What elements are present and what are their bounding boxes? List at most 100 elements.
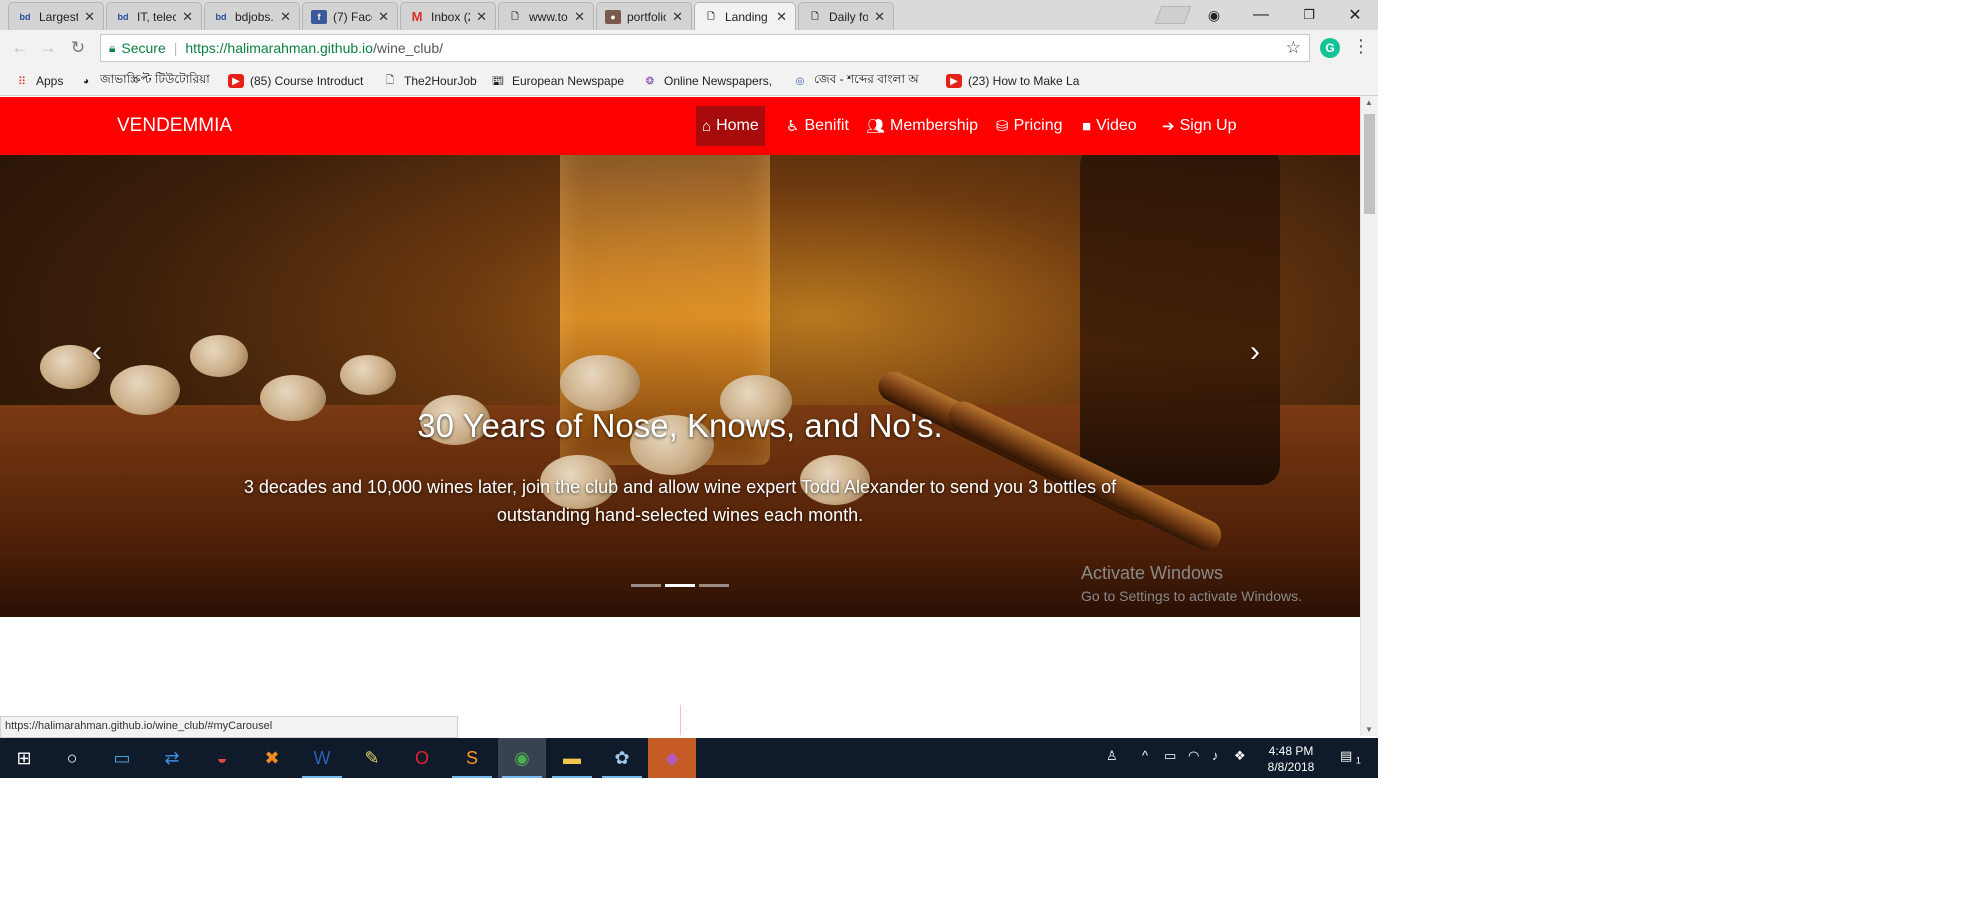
new-tab-button[interactable] [1154,6,1192,24]
tab-title: Inbox (210) [431,9,470,24]
dropbox-icon[interactable]: ❖ [1234,748,1246,764]
browser-tab[interactable]: 🗋 www.todayj ✕ [498,2,594,30]
bookmark-item[interactable]: ❂ Online Newspapers, I [642,72,774,90]
browser-tab[interactable]: bd bdjobs.com ✕ [204,2,300,30]
browser-tab[interactable]: bd Largest Job ✕ [8,2,104,30]
taskbar-clock[interactable]: 4:48 PM 8/8/2018 [1256,743,1326,775]
page-icon: 🗋 [511,10,519,21]
bdjobs-icon: bd [19,11,31,22]
browser-tab[interactable]: M Inbox (210) ✕ [400,2,496,30]
nav-membership[interactable]: 👥︎ Membership [860,106,984,146]
media-app-icon[interactable]: ◒ [198,738,246,778]
nav-sign-up[interactable]: ➔ Sign Up [1156,106,1243,146]
sublime-text-icon[interactable]: S [448,738,496,778]
back-arrow-icon[interactable]: ← [8,36,32,60]
volume-icon[interactable]: ♪ [1212,748,1219,763]
file-explorer-icon[interactable]: ▬ [548,738,596,778]
bookmark-label: জেব - শব্দের বাংলা অ [814,72,919,86]
desktop-screen: bd Largest Job ✕ bd IT, telecomm ✕ bd bd… [0,0,1378,778]
browser-tab[interactable]: f (7) Facebook ✕ [302,2,398,30]
carousel-indicator[interactable] [699,584,729,587]
bookmark-item[interactable]: ▶ (23) How to Make La [946,72,1086,90]
lock-icon: 🔒︎ [109,40,116,55]
clock-time: 4:48 PM [1268,744,1314,758]
bookmark-item[interactable]: ◎ জেব - শব্দের বাংলা অ [792,72,932,90]
action-center-icon[interactable]: ▤ 1 [1340,748,1361,766]
bookmark-star-icon[interactable]: ☆ [1286,38,1301,58]
carousel-image-nut [40,345,100,389]
browser-tab[interactable]: 🗋 Daily food n ✕ [798,2,894,30]
link-icon: ❂ [645,75,655,87]
page-viewport: VENDEMMIA ⌂ Home ♿︎ Benifit 👥︎ Membershi… [0,97,1378,737]
nav-label: Pricing [1013,117,1063,134]
address-bar[interactable]: 🔒︎ Secure | https://halimarahman.github.… [100,34,1310,62]
close-tab-icon[interactable]: ✕ [280,9,291,25]
browser-tab[interactable]: ● portfolio ✕ [596,2,692,30]
battery-icon[interactable]: ▭ [1164,748,1176,764]
nav-pricing[interactable]: ⛁ Pricing [990,106,1068,146]
bookmark-item[interactable]: ▶ (85) Course Introduct [228,72,368,90]
carousel-indicator-active[interactable] [665,584,695,587]
cortana-icon[interactable]: ○ [48,738,96,778]
opera-icon[interactable]: O [398,738,446,778]
nav-video[interactable]: ■ Video [1076,106,1143,146]
bookmark-item[interactable]: 🗋 The2HourJob [382,72,490,90]
scroll-down-icon[interactable]: ▼ [1365,725,1373,734]
close-tab-icon[interactable]: ✕ [378,9,389,25]
browser-tab-active[interactable]: 🗋 Landing Pag ✕ [694,2,796,30]
carousel-next-chevron-icon[interactable]: › [1250,337,1260,367]
word-icon[interactable]: W [298,738,346,778]
bookmark-item[interactable]: ◕ জাভাস্ক্রিপ্ট টিউটোরিয়া [78,72,216,90]
carousel-indicator[interactable] [631,584,661,587]
restore-icon[interactable]: ❐ [1286,0,1332,30]
page-icon: 🗋 [811,10,819,21]
xampp-icon[interactable]: ✖ [248,738,296,778]
close-tab-icon[interactable]: ✕ [672,9,683,25]
nav-label: Video [1096,117,1137,134]
close-tab-icon[interactable]: ✕ [776,9,787,25]
grammarly-extension-icon[interactable]: G [1320,38,1340,58]
user-profile-icon[interactable]: ◉ [1194,0,1234,30]
youtube-icon: ▶ [228,74,244,88]
reload-icon[interactable]: ↻ [66,36,90,60]
forward-arrow-icon[interactable]: → [36,36,60,60]
bookmark-label: (23) How to Make La [968,74,1080,88]
nav-label: Benifit [804,117,849,134]
minimize-icon[interactable]: — [1238,0,1284,30]
scroll-thumb[interactable] [1364,114,1375,214]
scroll-up-icon[interactable]: ▲ [1365,98,1373,107]
browser-menu-icon[interactable]: ⋮ [1352,36,1370,57]
window-close-icon[interactable]: ✕ [1332,0,1378,30]
bookmark-item[interactable]: 📰︎ European Newspape [490,72,628,90]
bookmark-apps[interactable]: ⠿ Apps [14,72,74,90]
close-tab-icon[interactable]: ✕ [182,9,193,25]
bookmark-label: The2HourJob [404,74,477,88]
close-tab-icon[interactable]: ✕ [574,9,585,25]
close-tab-icon[interactable]: ✕ [874,9,885,25]
teamviewer-icon[interactable]: ⇄ [148,738,196,778]
browser-tab[interactable]: bd IT, telecomm ✕ [106,2,202,30]
gmail-icon: M [411,9,423,24]
people-icon[interactable]: ♙ [1106,748,1118,764]
task-view-app-icon[interactable]: ▭ [98,738,146,778]
paint-icon[interactable]: ✿ [598,738,646,778]
circle-icon: ◎ [795,75,805,87]
wifi-icon[interactable]: ◠ [1188,748,1199,764]
site-brand[interactable]: VENDEMMIA [117,115,232,137]
bookmark-label: Online Newspapers, I [664,74,774,88]
nav-benifit[interactable]: ♿︎ Benifit [780,106,855,146]
show-hidden-icons-chevron-icon[interactable]: ^ [1142,748,1148,763]
browser-status-url: https://halimarahman.github.io/wine_club… [0,716,458,738]
bookmark-label: Apps [36,74,64,88]
windows-start-icon[interactable]: ⊞ [0,738,48,778]
close-tab-icon[interactable]: ✕ [84,9,95,25]
notepad-icon[interactable]: ✎ [348,738,396,778]
hand-coin-icon: ⛁ [996,118,1009,135]
page-scrollbar[interactable]: ▲ ▼ [1360,96,1378,736]
chrome-icon[interactable]: ◉ [498,738,546,778]
app-pin-icon[interactable]: ◆ [648,738,696,778]
nav-home[interactable]: ⌂ Home [696,106,765,146]
carousel-prev-chevron-icon[interactable]: ‹ [92,337,102,367]
close-tab-icon[interactable]: ✕ [476,9,487,25]
carousel-image-nut [340,355,396,395]
